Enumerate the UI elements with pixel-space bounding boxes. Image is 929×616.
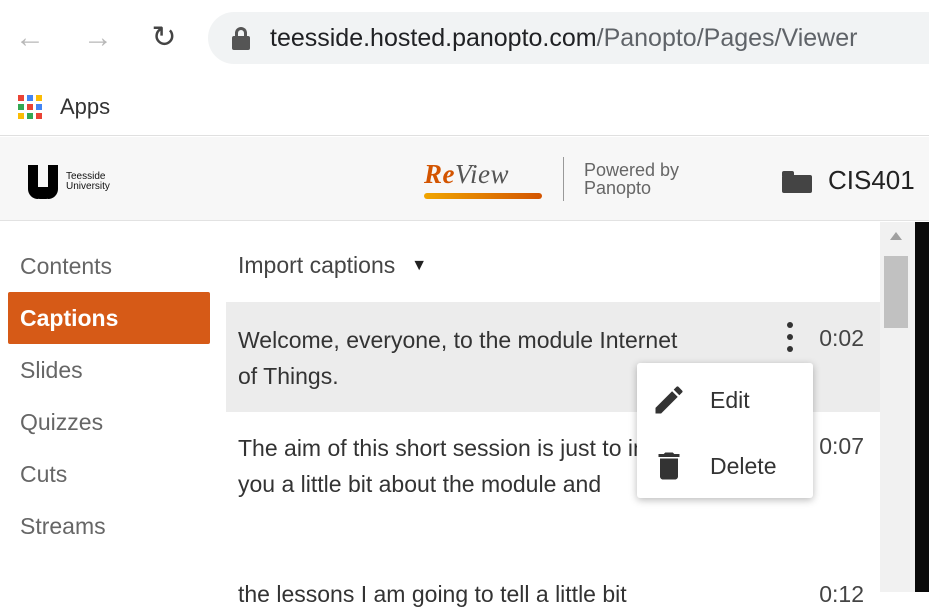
url-host: teesside.hosted.panopto.com bbox=[270, 23, 597, 52]
header-divider bbox=[563, 157, 564, 201]
caption-timestamp[interactable]: 0:12 bbox=[819, 576, 864, 612]
apps-bookmark[interactable]: Apps bbox=[60, 94, 110, 120]
address-bar[interactable]: teesside.hosted.panopto.com/Panopto/Page… bbox=[208, 12, 929, 64]
app-header: Teesside University ReView Powered by Pa… bbox=[0, 137, 929, 221]
sidebar-item-slides[interactable]: Slides bbox=[0, 344, 212, 396]
caption-timestamp[interactable]: 0:07 bbox=[819, 428, 864, 464]
scrollbar-thumb[interactable] bbox=[884, 256, 908, 328]
caption-timestamp[interactable]: 0:02 bbox=[819, 320, 864, 356]
more-options-icon[interactable] bbox=[786, 322, 794, 352]
caption-context-menu: Edit Delete bbox=[637, 363, 813, 498]
apps-grid-icon[interactable] bbox=[18, 94, 42, 119]
folder-icon[interactable] bbox=[782, 171, 812, 193]
menu-item-delete-label: Delete bbox=[710, 452, 777, 479]
url-path: /Panopto/Pages/Viewer bbox=[596, 23, 858, 52]
back-arrow-icon[interactable]: ← bbox=[10, 18, 50, 58]
sidebar-item-contents[interactable]: Contents bbox=[0, 240, 212, 292]
caret-down-icon: ▼ bbox=[411, 256, 428, 274]
captions-scrollbar[interactable] bbox=[880, 222, 915, 592]
pencil-icon bbox=[655, 386, 683, 414]
university-logo-mark-icon bbox=[28, 165, 60, 199]
menu-item-edit[interactable]: Edit bbox=[637, 369, 813, 431]
browser-toolbar: ← → ↻ teesside.hosted.panopto.com/Panopt… bbox=[0, 0, 929, 78]
powered-by-panopto: Powered by Panopto bbox=[584, 160, 680, 198]
lock-icon bbox=[232, 26, 250, 50]
caption-row[interactable]: the lessons I am going to tell a little … bbox=[226, 576, 880, 616]
sidebar-item-cuts[interactable]: Cuts bbox=[0, 448, 212, 500]
reload-icon[interactable]: ↻ bbox=[144, 18, 184, 58]
review-swoosh-icon bbox=[424, 193, 542, 199]
sidebar-item-streams[interactable]: Streams bbox=[0, 500, 212, 552]
forward-arrow-icon[interactable]: → bbox=[78, 18, 118, 58]
caption-text: Welcome, everyone, to the module Interne… bbox=[238, 327, 678, 389]
scroll-up-arrow-icon[interactable] bbox=[890, 232, 902, 240]
caption-text: the lessons I am going to tell a little … bbox=[238, 581, 627, 607]
import-captions-dropdown[interactable]: Import captions ▼ bbox=[238, 252, 427, 279]
review-logo: ReView bbox=[424, 159, 544, 199]
trash-icon bbox=[658, 452, 680, 480]
import-captions-label: Import captions bbox=[238, 252, 396, 278]
sidebar-item-quizzes[interactable]: Quizzes bbox=[0, 396, 212, 448]
menu-item-edit-label: Edit bbox=[710, 386, 750, 413]
course-folder-title[interactable]: CIS401 bbox=[828, 165, 915, 196]
menu-item-delete[interactable]: Delete bbox=[637, 435, 813, 497]
sidebar-item-captions[interactable]: Captions bbox=[8, 292, 210, 344]
university-logo[interactable]: Teesside University bbox=[28, 165, 110, 199]
university-logo-text: Teesside University bbox=[66, 171, 110, 192]
bookmarks-bar: Apps bbox=[0, 78, 929, 136]
sidebar-nav: Contents Captions Slides Quizzes Cuts St… bbox=[0, 240, 212, 552]
video-area-edge bbox=[915, 222, 929, 592]
